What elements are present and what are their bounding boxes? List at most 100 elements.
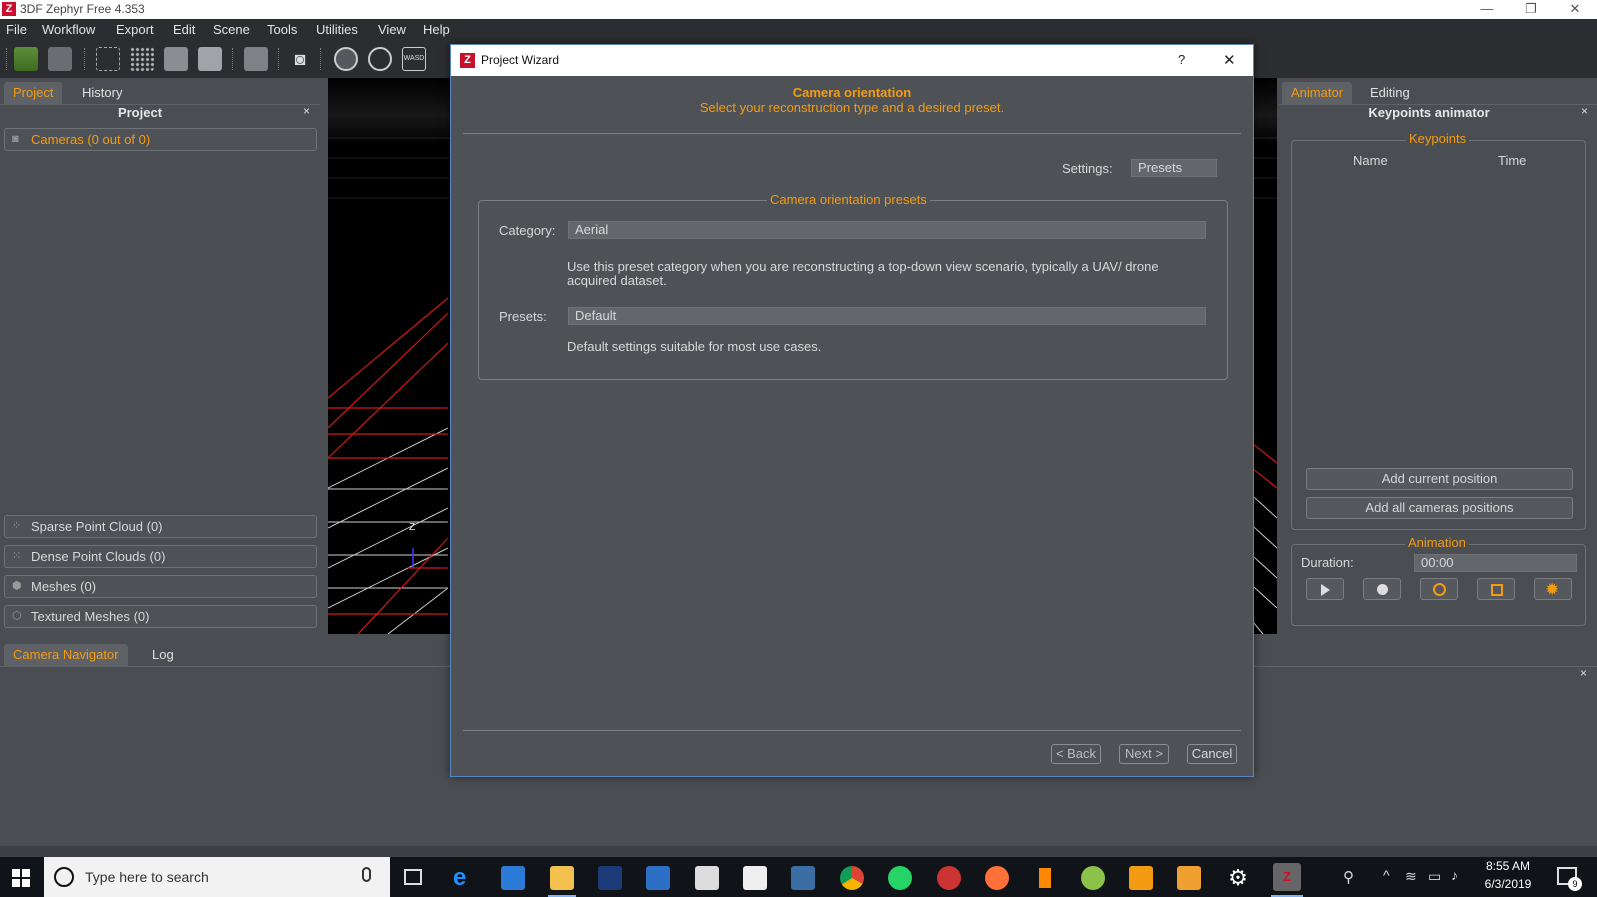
next-button[interactable]: Next > (1119, 744, 1169, 764)
search-icon (54, 867, 74, 887)
category-select[interactable]: Aerial (568, 221, 1206, 239)
dialog-title-bar: Z Project Wizard ? ✕ (451, 45, 1253, 76)
restore-icon[interactable]: ❐ (1509, 0, 1553, 19)
dense-point-clouds-item[interactable]: ⁙ Dense Point Clouds (0) (4, 545, 317, 568)
file-explorer-icon[interactable] (550, 866, 574, 890)
cameras-item[interactable]: ◙ Cameras (0 out of 0) (4, 128, 317, 151)
tab-project[interactable]: Project (4, 82, 63, 104)
fusion-icon[interactable] (1129, 866, 1153, 890)
firefox-icon[interactable] (985, 866, 1009, 890)
chrome-icon[interactable] (840, 866, 864, 890)
wasd-icon[interactable]: WASD (402, 47, 426, 71)
taskbar: Type here to search e ⚙ Z ⚲ ^ ≋ ▭ ♪ 8:55… (0, 857, 1597, 897)
vlc-icon[interactable] (1033, 866, 1057, 890)
clock-date[interactable]: 6/3/2019 (1475, 877, 1541, 891)
search-placeholder: Type here to search (85, 869, 209, 885)
task-view-icon[interactable] (404, 869, 422, 885)
wizard-heading: Camera orientation (792, 85, 912, 100)
window-close-icon[interactable]: ✕ (1553, 0, 1597, 19)
animation-legend: Animation (1405, 535, 1469, 550)
tab-animator[interactable]: Animator (1282, 82, 1353, 104)
divider (463, 133, 1241, 134)
tab-history[interactable]: History (73, 82, 131, 104)
axis-z-label: Z (409, 522, 415, 533)
sparse-point-cloud-item[interactable]: ⁘ Sparse Point Cloud (0) (4, 515, 317, 538)
add-current-position-button[interactable]: Add current position (1306, 468, 1573, 490)
zephyr-taskbar-icon[interactable]: Z (1273, 863, 1301, 891)
select-rectangle-icon[interactable] (96, 47, 120, 71)
settings-select[interactable]: Presets (1131, 159, 1217, 177)
tab-log[interactable]: Log (143, 644, 183, 666)
dialog-close-icon[interactable]: ✕ (1223, 51, 1236, 69)
app-title-bar: Z 3DF Zephyr Free 4.353 — ❐ ✕ (0, 0, 1597, 19)
menu-utilities[interactable]: Utilities (316, 22, 358, 37)
whatsapp-icon[interactable] (888, 866, 912, 890)
menu-tools[interactable]: Tools (267, 22, 297, 37)
photos-icon[interactable] (791, 866, 815, 890)
settings-icon[interactable]: ⚙ (1226, 866, 1250, 890)
loop-button[interactable] (1420, 578, 1458, 600)
toolbar-separator (84, 48, 85, 70)
record-icon (1377, 584, 1388, 595)
presets-description: Default settings suitable for most use c… (567, 339, 822, 354)
tab-editing[interactable]: Editing (1361, 82, 1419, 104)
calculator-icon[interactable] (695, 866, 719, 890)
textured-meshes-item[interactable]: ⬡ Textured Meshes (0) (4, 605, 317, 628)
paint-icon[interactable] (937, 866, 961, 890)
add-all-cameras-positions-button[interactable]: Add all cameras positions (1306, 497, 1573, 519)
duration-field[interactable]: 00:00 (1414, 554, 1577, 572)
edge-icon[interactable]: e (453, 866, 477, 890)
mesh-icon: ⬢ (12, 580, 22, 592)
meshes-item[interactable]: ⬢ Meshes (0) (4, 575, 317, 598)
menu-file[interactable]: File (6, 22, 27, 37)
cancel-button[interactable]: Cancel (1187, 744, 1237, 764)
dense-cloud-icon: ⁙ (12, 550, 22, 562)
tab-camera-navigator[interactable]: Camera Navigator (4, 644, 128, 666)
notification-count: 9 (1568, 877, 1582, 891)
menu-edit[interactable]: Edit (173, 22, 195, 37)
app-icon[interactable] (1081, 866, 1105, 890)
camera-icon[interactable]: ◙ (288, 47, 312, 71)
category-label: Category: (499, 223, 556, 238)
back-button[interactable]: < Back (1051, 744, 1101, 764)
microphone-icon[interactable] (362, 867, 371, 882)
people-icon[interactable]: ⚲ (1343, 868, 1354, 886)
point-cloud-icon[interactable] (130, 47, 154, 71)
save-icon[interactable] (48, 47, 72, 71)
outlook-icon[interactable] (646, 866, 670, 890)
3dvista-icon[interactable] (598, 866, 622, 890)
volume-icon[interactable]: ♪ (1451, 867, 1458, 883)
store-icon[interactable] (501, 866, 525, 890)
illustrator-icon[interactable] (1177, 866, 1201, 890)
chevron-up-icon[interactable]: ^ (1383, 867, 1390, 883)
orbit-icon[interactable] (334, 47, 358, 71)
menu-scene[interactable]: Scene (213, 22, 250, 37)
new-project-icon[interactable] (14, 47, 38, 71)
clock-time[interactable]: 8:55 AM (1475, 859, 1541, 873)
record-button[interactable] (1363, 578, 1401, 600)
menu-help[interactable]: Help (423, 22, 450, 37)
presets-select[interactable]: Default (568, 307, 1206, 325)
close-icon[interactable]: × (1580, 666, 1587, 680)
mesh-icon[interactable] (164, 47, 188, 71)
cube-icon[interactable] (244, 47, 268, 71)
mail-icon[interactable] (743, 866, 767, 890)
help-icon[interactable]: ? (1178, 52, 1185, 67)
play-button[interactable] (1306, 578, 1344, 600)
menu-export[interactable]: Export (116, 22, 154, 37)
textured-mesh-icon[interactable] (198, 47, 222, 71)
taskbar-search-box[interactable]: Type here to search (44, 857, 390, 897)
close-icon[interactable]: × (303, 104, 310, 118)
close-icon[interactable]: × (1581, 104, 1588, 118)
menu-view[interactable]: View (378, 22, 406, 37)
windows-start-icon[interactable] (12, 869, 30, 887)
minimize-icon[interactable]: — (1465, 0, 1509, 19)
menu-bar: File Workflow Export Edit Scene Tools Ut… (0, 19, 1597, 40)
presets-label: Presets: (499, 309, 547, 324)
rotate-icon[interactable] (368, 47, 392, 71)
settings-button[interactable]: ✹ (1534, 578, 1572, 600)
save-animation-button[interactable] (1477, 578, 1515, 600)
battery-icon[interactable]: ▭ (1428, 868, 1441, 885)
menu-workflow[interactable]: Workflow (42, 22, 95, 37)
wifi-icon[interactable]: ≋ (1405, 868, 1417, 885)
